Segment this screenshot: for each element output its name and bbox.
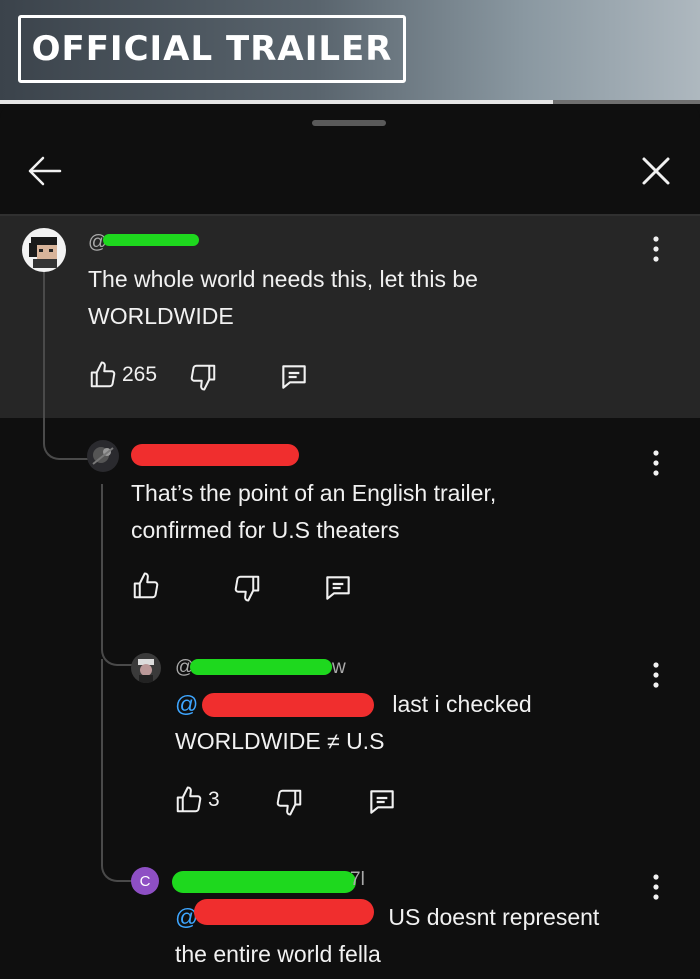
avatar[interactable]: C <box>131 867 159 895</box>
avatar-image <box>138 659 154 683</box>
like-count: 3 <box>208 788 220 811</box>
thumbs-up-icon <box>90 361 116 388</box>
thread-line <box>101 484 103 644</box>
close-icon <box>642 157 670 185</box>
thumbs-down-icon <box>234 575 260 602</box>
like-button[interactable]: 265 <box>88 360 157 390</box>
comment-handle-tail: w <box>332 657 346 678</box>
like-button[interactable]: 3 <box>174 785 220 815</box>
more-options-button[interactable] <box>646 660 666 690</box>
more-vertical-icon <box>653 236 659 262</box>
close-button[interactable] <box>634 149 678 193</box>
comment-icon <box>370 790 394 814</box>
redaction-mark <box>172 871 356 893</box>
official-trailer-badge: OFFICIAL TRAILER <box>18 15 406 83</box>
thumbs-up-icon <box>176 786 202 813</box>
replies-sheet: @ The whole world needs this, let this b… <box>0 104 700 979</box>
more-vertical-icon <box>653 874 659 900</box>
back-button[interactable] <box>22 149 66 193</box>
more-vertical-icon <box>653 662 659 688</box>
like-count: 265 <box>122 363 158 386</box>
reply-button[interactable] <box>322 572 354 604</box>
avatar-image <box>92 447 114 465</box>
sheet-drag-handle[interactable] <box>312 120 386 126</box>
more-options-button[interactable] <box>646 872 666 902</box>
more-options-button[interactable] <box>646 448 666 478</box>
video-player-strip[interactable]: OFFICIAL TRAILER <box>0 0 700 104</box>
comment-icon <box>326 576 350 600</box>
dislike-button[interactable] <box>232 573 262 603</box>
reply-button[interactable] <box>366 786 398 818</box>
redaction-mark <box>190 659 332 675</box>
comment-text: The whole world needs this, let this be … <box>88 266 478 329</box>
arrow-left-icon <box>28 156 62 186</box>
redaction-mark <box>194 899 374 925</box>
comment-handle-tail: 7l <box>350 869 365 890</box>
like-button[interactable] <box>131 571 161 601</box>
thumbs-up-icon <box>133 572 159 599</box>
avatar[interactable] <box>131 653 161 683</box>
reply-button[interactable] <box>278 361 310 393</box>
redaction-mark <box>131 444 299 466</box>
avatar[interactable] <box>22 228 66 272</box>
comment-text: That’s the point of an English trailer, … <box>131 480 497 543</box>
thumbs-down-icon <box>276 789 302 816</box>
dislike-button[interactable] <box>274 787 304 817</box>
thumbs-down-icon <box>190 364 216 391</box>
mention-link[interactable]: @ <box>175 691 198 717</box>
redaction-mark <box>202 693 374 717</box>
thread-line <box>43 268 93 460</box>
comment-icon <box>282 365 306 389</box>
more-options-button[interactable] <box>646 234 666 264</box>
thread-line <box>101 659 133 882</box>
more-vertical-icon <box>653 450 659 476</box>
avatar[interactable] <box>87 440 119 472</box>
dislike-button[interactable] <box>188 362 218 392</box>
avatar-image <box>29 237 57 268</box>
redaction-mark <box>103 234 199 246</box>
